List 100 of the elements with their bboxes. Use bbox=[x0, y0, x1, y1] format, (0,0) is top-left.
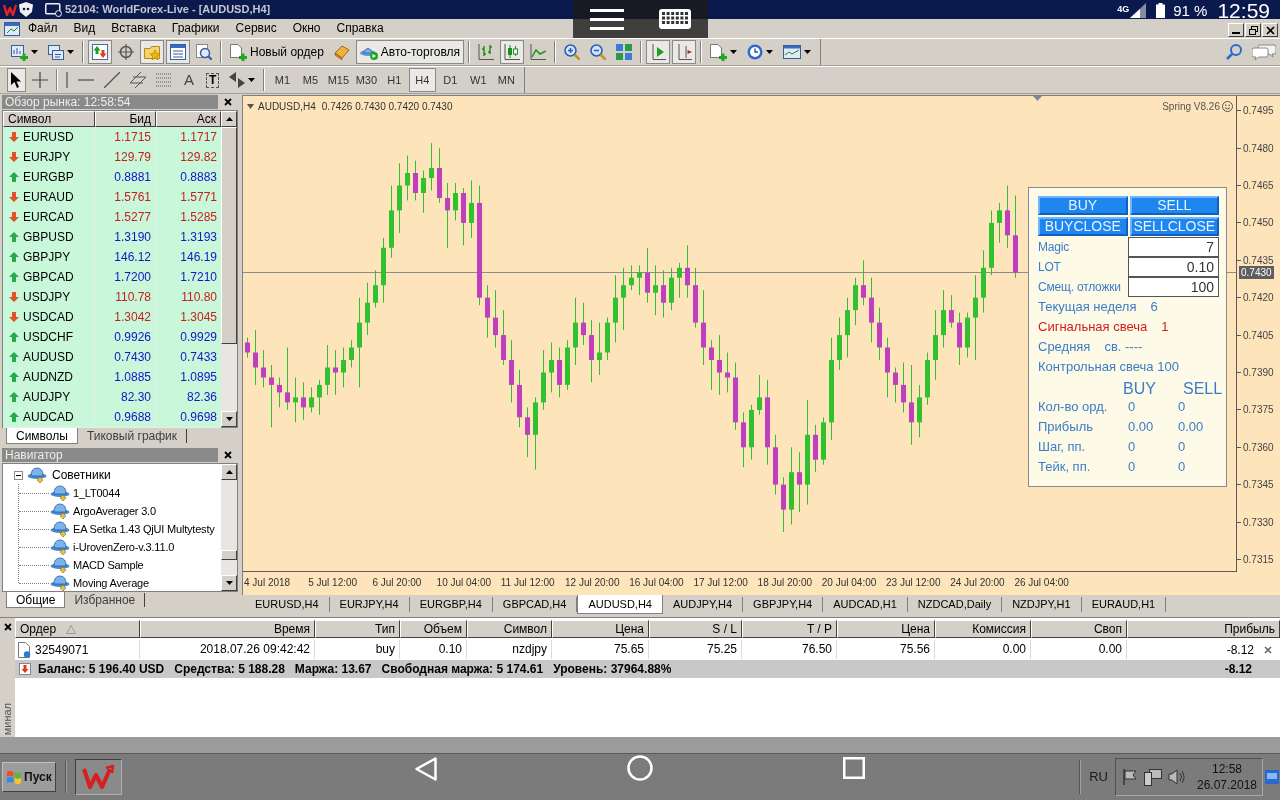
tree-item[interactable]: Советники bbox=[52, 466, 111, 484]
market-watch-button[interactable] bbox=[88, 40, 112, 64]
speaker-icon[interactable] bbox=[1168, 769, 1186, 785]
timeframe-button[interactable]: H1 bbox=[380, 68, 408, 92]
tab[interactable]: Символы bbox=[6, 428, 78, 444]
menu-icon[interactable] bbox=[590, 8, 625, 30]
symbol-text[interactable]: USDCAD bbox=[23, 308, 74, 326]
tab[interactable]: Тиковый график bbox=[77, 429, 188, 443]
symbol-text[interactable]: GBPUSD bbox=[23, 228, 74, 246]
timeframe-button[interactable]: W1 bbox=[464, 68, 492, 92]
menu-item[interactable]: Справка bbox=[328, 19, 392, 38]
candle-chart-button[interactable] bbox=[500, 40, 525, 64]
clock-time[interactable]: 12:58 bbox=[1212, 761, 1242, 777]
chart-tab[interactable]: AUDUSD,H4 bbox=[577, 595, 663, 614]
symbol-text[interactable]: EURJPY bbox=[23, 148, 71, 166]
start-button[interactable]: Пуск bbox=[2, 762, 56, 792]
scroll-up-button[interactable] bbox=[221, 464, 237, 480]
column-header[interactable]: Объем bbox=[400, 620, 467, 638]
keyboard-icon[interactable] bbox=[658, 9, 691, 29]
collapse-icon[interactable] bbox=[14, 470, 23, 480]
scrollbar-thumb[interactable] bbox=[221, 550, 237, 560]
symbol-text[interactable]: AUDJPY bbox=[23, 388, 71, 406]
column-header[interactable]: Комиссия bbox=[935, 620, 1031, 638]
column-header[interactable]: Время bbox=[140, 620, 315, 638]
symbol-text[interactable]: EURAUD bbox=[23, 188, 74, 206]
computer-icon[interactable] bbox=[1144, 768, 1162, 786]
menu-item[interactable]: Окно bbox=[284, 19, 329, 38]
symbol-text[interactable]: EURCAD bbox=[23, 208, 74, 226]
panel-tab[interactable]: минал bbox=[2, 702, 13, 735]
close-icon[interactable] bbox=[1264, 645, 1272, 654]
symbol-text[interactable]: AUDNZD bbox=[23, 368, 73, 386]
tree-item[interactable]: i-UrovenZero-v.3.11.0 bbox=[73, 538, 175, 556]
flag-icon[interactable] bbox=[1122, 769, 1138, 785]
chart-tab[interactable]: EURUSD,H4 bbox=[245, 597, 330, 612]
close-button[interactable] bbox=[1262, 23, 1278, 37]
search-icon[interactable] bbox=[1226, 44, 1242, 60]
menu-item[interactable]: Файл bbox=[20, 19, 66, 38]
chart-tab[interactable]: GBPJPY,H4 bbox=[743, 597, 824, 612]
tree-item[interactable]: 1_LT0044 bbox=[73, 484, 121, 502]
navigator-button[interactable] bbox=[140, 40, 164, 64]
language-indicator[interactable]: RU bbox=[1089, 767, 1108, 787]
scroll-up-button[interactable] bbox=[221, 111, 237, 127]
column-header[interactable]: T / P bbox=[742, 620, 837, 638]
symbol-text[interactable]: AUDUSD bbox=[23, 348, 74, 366]
column-header[interactable]: Тип bbox=[315, 620, 400, 638]
symbol-text[interactable]: EURUSD bbox=[23, 128, 74, 146]
chart-tab[interactable]: EURGBP,H4 bbox=[409, 597, 493, 612]
tree-item[interactable]: EA Setka 1.43 QjUI Multytesty bbox=[73, 520, 215, 538]
tree-item[interactable]: MACD Sample bbox=[73, 556, 144, 574]
symbol-text[interactable]: EURGBP bbox=[23, 168, 74, 186]
chat-icon[interactable] bbox=[1252, 44, 1276, 60]
tab[interactable]: Избранное bbox=[65, 593, 146, 607]
new-order-button[interactable]: Новый ордер bbox=[226, 40, 328, 64]
timeframe-button[interactable]: M15 bbox=[324, 68, 352, 92]
chart-shift-button[interactable] bbox=[672, 40, 697, 64]
chart-tab[interactable]: EURAUD,H1 bbox=[1081, 597, 1167, 612]
home-icon[interactable] bbox=[627, 755, 653, 781]
menu-item[interactable]: Вставка bbox=[103, 19, 164, 38]
chart-tab[interactable]: AUDJPY,H4 bbox=[663, 597, 744, 612]
text-label-button[interactable]: T bbox=[202, 68, 224, 92]
tree-item[interactable]: Moving Average bbox=[73, 574, 149, 591]
clock-date[interactable]: 26.07.2018 bbox=[1196, 777, 1258, 793]
tab[interactable]: Общие bbox=[6, 592, 66, 608]
minimize-button[interactable] bbox=[1228, 23, 1244, 37]
text-button[interactable]: A bbox=[178, 68, 200, 92]
scrollbar-thumb[interactable] bbox=[221, 127, 237, 344]
timeframe-button[interactable]: M30 bbox=[352, 68, 380, 92]
back-icon[interactable] bbox=[415, 757, 437, 781]
timeframe-button[interactable]: MN bbox=[492, 68, 520, 92]
symbol-text[interactable]: GBPJPY bbox=[23, 248, 71, 266]
symbol-text[interactable]: USDJPY bbox=[23, 288, 71, 306]
chart-tab[interactable]: AUDCAD,H1 bbox=[823, 597, 908, 612]
column-header[interactable]: Символ bbox=[467, 620, 552, 638]
timeframe-button[interactable]: M5 bbox=[296, 68, 324, 92]
scroll-down-button[interactable] bbox=[221, 411, 237, 427]
column-header[interactable]: Цена bbox=[552, 620, 649, 638]
chart-tab[interactable]: NZDJPY,H1 bbox=[1002, 597, 1082, 612]
column-header[interactable]: Аск bbox=[156, 111, 221, 127]
column-header[interactable]: Ордер bbox=[15, 620, 140, 638]
symbol-text[interactable]: AUDCAD bbox=[23, 408, 74, 426]
autotrading-button[interactable]: Авто-торговля bbox=[355, 40, 465, 64]
app-button[interactable] bbox=[74, 759, 122, 795]
symbol-text[interactable]: USDCHF bbox=[23, 328, 73, 346]
restore-button[interactable] bbox=[1245, 23, 1261, 37]
symbol-text[interactable]: GBPCAD bbox=[23, 268, 74, 286]
column-header[interactable]: Прибыль bbox=[1127, 620, 1280, 638]
close-icon[interactable] bbox=[224, 98, 232, 106]
column-header[interactable]: Цена bbox=[837, 620, 935, 638]
menu-item[interactable]: Вид bbox=[65, 19, 104, 38]
order-number[interactable]: 32549071 bbox=[35, 640, 89, 659]
column-header[interactable]: Своп bbox=[1031, 620, 1127, 638]
menu-item[interactable]: Сервис bbox=[227, 19, 285, 38]
timeframe-button[interactable]: D1 bbox=[436, 68, 464, 92]
recents-icon[interactable] bbox=[843, 757, 865, 779]
arrow-box-icon[interactable] bbox=[19, 663, 31, 675]
column-header[interactable]: Бид bbox=[95, 111, 156, 127]
cursor-button[interactable] bbox=[7, 68, 26, 92]
desktop-icon[interactable] bbox=[1265, 770, 1279, 784]
autoscroll-button[interactable] bbox=[646, 40, 671, 64]
timeframe-button[interactable]: H4 bbox=[408, 68, 436, 92]
